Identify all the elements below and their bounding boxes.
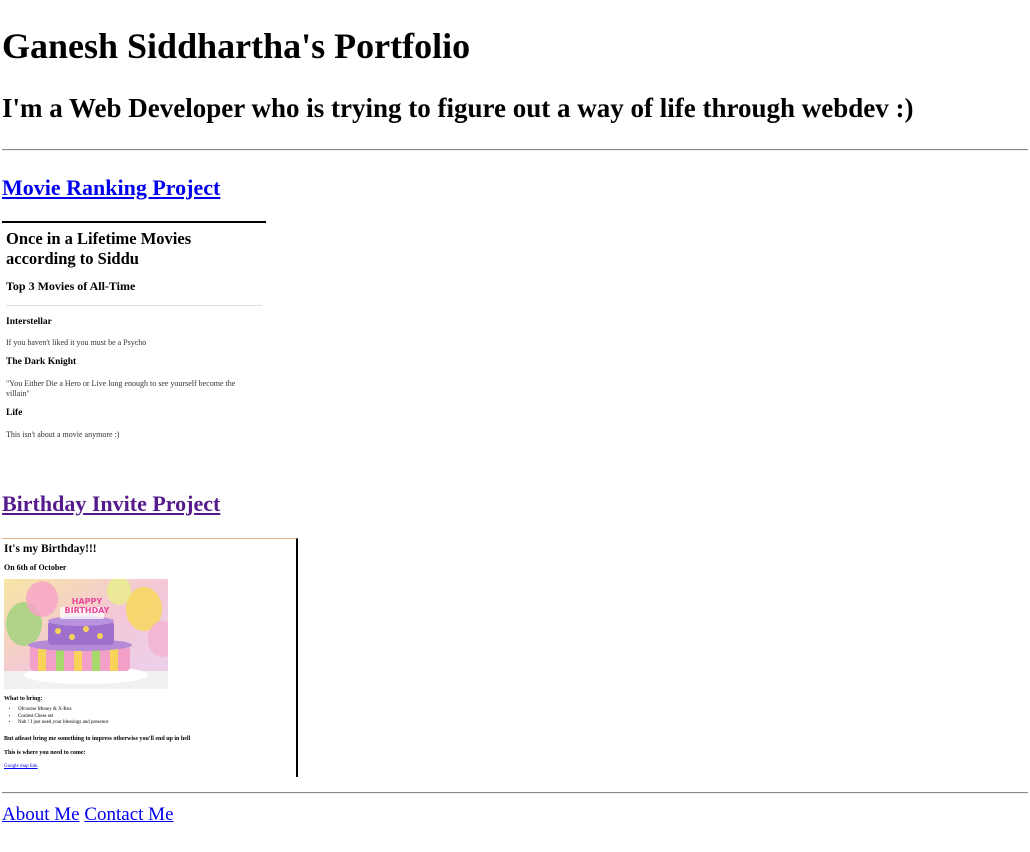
- google-map-link[interactable]: Google map link: [4, 764, 38, 769]
- portfolio-page: Ganesh Siddhartha's Portfolio I'm a Web …: [0, 0, 1030, 852]
- birthday-preview-date: On 6th of October: [4, 563, 67, 572]
- page-title: Ganesh Siddhartha's Portfolio: [2, 26, 471, 66]
- list-item: Nah ! I just need your blessings and pre…: [18, 720, 109, 727]
- cake-banner-text: HAPPY BIRTHDAY: [64, 597, 110, 615]
- bring-list: Ofcourse Money & X-Box Coolest Chess set…: [4, 707, 109, 727]
- movie-preview-title: Once in a Lifetime Movies according to S…: [6, 229, 192, 268]
- birthday-preview-title: It's my Birthday!!!: [4, 543, 97, 555]
- movie-description: "You Either Die a Hero or Live long enou…: [6, 379, 236, 398]
- top-divider: [2, 149, 1028, 151]
- movie-preview-subtitle: Top 3 Movies of All-Time: [6, 279, 136, 293]
- page-subtitle: I'm a Web Developer who is trying to fig…: [2, 93, 914, 123]
- movie-project-heading: Movie Ranking Project: [2, 174, 220, 202]
- movie-ranking-preview: Once in a Lifetime Movies according to S…: [2, 221, 266, 453]
- birthday-cake-image: HAPPY BIRTHDAY: [4, 579, 168, 689]
- footer-nav: About Me Contact Me: [2, 803, 174, 827]
- atleast-text: But atleast bring me something to impres…: [4, 736, 191, 742]
- movie-name: Interstellar: [6, 317, 52, 327]
- about-me-link[interactable]: About Me: [2, 804, 80, 825]
- movie-name: The Dark Knight: [6, 357, 77, 367]
- birthday-project-heading: Birthday Invite Project: [2, 490, 220, 518]
- birthday-invite-preview: It's my Birthday!!! On 6th of October HA…: [2, 538, 298, 777]
- movie-description: If you haven't liked it you must be a Ps…: [6, 338, 147, 347]
- birthday-invite-project-link[interactable]: Birthday Invite Project: [2, 491, 220, 516]
- movie-name: Life: [6, 408, 23, 418]
- movie-description: This isn't about a movie anymore :): [6, 430, 120, 439]
- contact-me-link[interactable]: Contact Me: [84, 804, 173, 825]
- movie-ranking-project-link[interactable]: Movie Ranking Project: [2, 175, 220, 200]
- where-text: This is where you need to come:: [4, 750, 86, 756]
- bring-heading: What to bring:: [4, 696, 43, 702]
- bottom-divider: [2, 792, 1028, 794]
- movie-preview-divider: [6, 305, 262, 306]
